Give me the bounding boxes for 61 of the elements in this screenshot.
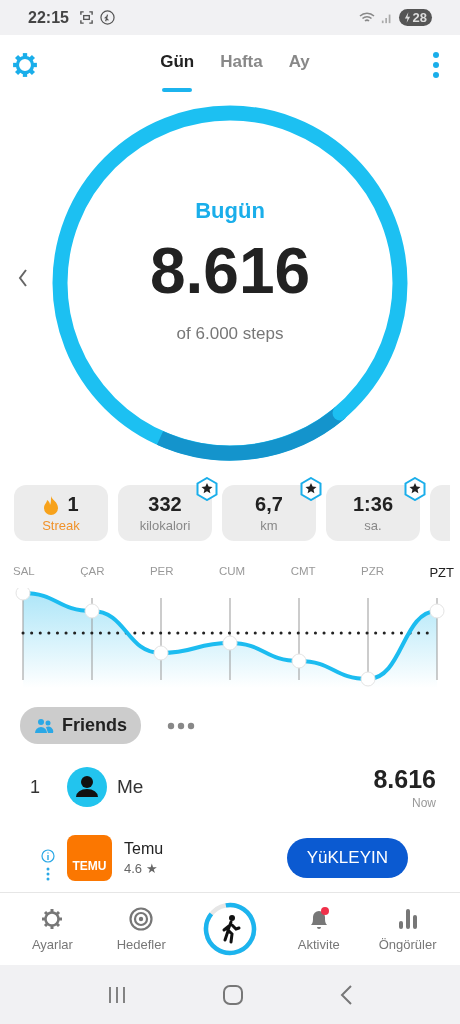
star-badge-icon — [196, 477, 218, 501]
target-icon — [129, 906, 154, 931]
day-title: Bugün — [195, 198, 265, 224]
stat-card[interactable]: 1 Streak — [14, 485, 108, 541]
people-icon — [34, 717, 54, 734]
battery-indicator: 28 — [398, 9, 432, 26]
stat-value: 6,7 — [255, 493, 283, 516]
clock: 22:15 — [28, 8, 69, 27]
friend-steps: 8.616 — [373, 764, 436, 794]
settings-icon — [40, 906, 65, 931]
more-icon[interactable] — [167, 721, 195, 730]
period-tab[interactable]: Hafta — [214, 46, 269, 92]
stat-label: sa. — [364, 518, 382, 533]
install-button[interactable]: YüKLEYIN — [286, 838, 408, 878]
day-label: SAL — [13, 565, 35, 579]
info-icon[interactable] — [41, 849, 55, 863]
nav-item[interactable]: Ayarlar — [31, 906, 73, 952]
rank: 1 — [30, 776, 41, 798]
period-tab[interactable]: Gün — [154, 46, 201, 92]
day-label: ÇAR — [80, 565, 105, 579]
walking-icon — [99, 10, 115, 25]
day-label: PZR — [361, 565, 384, 579]
day-label: CUM — [219, 565, 246, 579]
app-name: Temu — [124, 840, 164, 858]
day-label: CMT — [290, 565, 316, 579]
friends-chip[interactable]: Friends — [20, 707, 141, 744]
wifi-icon — [358, 10, 375, 25]
flame-icon — [43, 494, 60, 515]
stat-value: 1:36 — [353, 493, 393, 516]
stat-label: km — [260, 518, 278, 533]
nav-item[interactable]: Öngörüler — [378, 906, 437, 952]
avatar-icon — [67, 767, 107, 807]
more-icon[interactable] — [46, 867, 50, 881]
previous-icon[interactable] — [18, 269, 28, 287]
nav-item[interactable]: Aktivite — [297, 906, 340, 952]
settings-icon[interactable] — [12, 52, 38, 78]
home-icon[interactable] — [222, 983, 244, 1006]
app-logo: TEMU — [67, 835, 112, 881]
stat-label: Streak — [42, 518, 80, 533]
update-time: Now — [412, 795, 436, 810]
walk-progress-button[interactable] — [202, 901, 258, 957]
stat-value: 332 — [148, 493, 182, 516]
nav-item[interactable]: Hedefler — [116, 906, 166, 952]
friend-name: Me — [117, 776, 144, 798]
recent-apps-icon[interactable] — [107, 985, 128, 1004]
day-label: PZT — [429, 565, 454, 580]
step-count: 8.616 — [149, 234, 311, 308]
app-rating: 4.6 ★ — [124, 861, 159, 876]
star-badge-icon — [300, 477, 322, 501]
back-icon[interactable] — [338, 983, 353, 1006]
day-label: PER — [149, 565, 174, 579]
stat-label: kilokalori — [139, 518, 191, 533]
star-badge-icon — [404, 477, 426, 501]
stat-value: 1 — [67, 493, 79, 516]
stat-card[interactable]: 6,7 km — [222, 485, 316, 541]
period-tab[interactable]: Ay — [282, 46, 316, 92]
step-goal: of 6.000 steps — [176, 324, 284, 344]
stat-card[interactable]: 1:36 sa. — [326, 485, 420, 541]
stat-card[interactable]: 332 kilokalori — [118, 485, 212, 541]
screenshot-icon — [78, 10, 94, 25]
more-icon[interactable] — [432, 52, 440, 78]
